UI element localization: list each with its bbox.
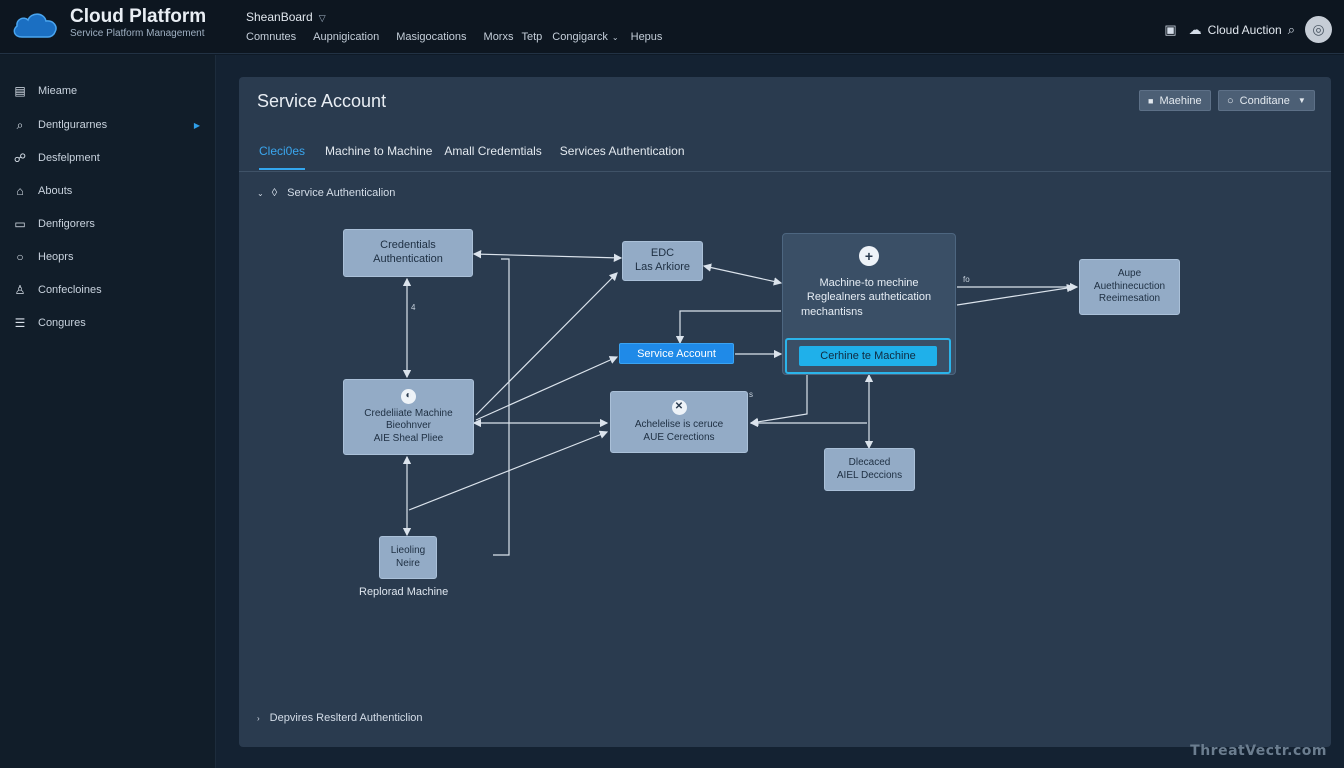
edge-label: s [749,390,753,399]
node-label: Reeimesation [1098,293,1161,305]
top-nav-item[interactable]: Masigocations [396,31,466,43]
top-nav-item[interactable]: Tetp [521,31,542,43]
node-label: EDC [650,247,675,260]
sidebar-item-label: Congures [38,317,86,329]
service-account-panel: Service Account ■ Maehine ○ Conditane ▼ … [239,77,1331,747]
info-icon: ◐ [401,388,416,404]
machine-to-machine-button[interactable]: Cerhine te Machine [799,346,937,366]
section-footer[interactable]: › Depvires Reslterd Authenticlion [257,712,423,724]
sidebar-item-congures[interactable]: ☰ Congures [0,308,216,338]
edc-node[interactable]: EDC Las Arkiore [622,241,703,281]
node-label: Las Arkiore [634,261,691,273]
node-caption: Replorad Machine [359,586,449,598]
cloud-logo-icon[interactable] [10,9,60,41]
top-nav-item[interactable]: Hepus [631,31,663,43]
credentials-authentication-node[interactable]: Credentials Authentication [343,229,473,277]
plus-icon[interactable]: + [859,246,879,266]
top-bar: Cloud Platform Service Platform Manageme… [0,0,1344,54]
top-nav-item[interactable]: Congigarck [552,31,608,43]
sidebar-item-label: Abouts [38,185,73,197]
node-label: mechantisns [801,305,863,318]
circle-icon: ○ [16,250,24,264]
node-label: AIE Sheal Pliee [373,432,444,444]
edge-label: fo [963,275,970,284]
top-right-controls: ▣ ☁ Cloud Auction ⌕ ◎ [1154,16,1332,43]
sidebar-item-abouts[interactable]: ⌂ Abouts [0,176,216,206]
workspace-selector[interactable]: SheanBoard ▽ [246,10,326,24]
sidebar-item-label: Mieame [38,85,78,97]
thumbs-up-icon: ♙ [14,283,26,297]
sidebar-item-label: Confecloines [38,284,102,296]
sidebar-item-label: Denfigorers [38,218,95,230]
list-icon: ☰ [14,316,26,330]
sidebar-item-label: Desfelpment [38,152,100,164]
node-label: Aupe [1117,268,1142,280]
machine-to-machine-panel: + Machine-to mechine Reglealners autheti… [782,233,956,375]
top-nav-item[interactable]: Aupnigication [313,31,379,43]
sidebar-item-mieame[interactable]: ▤ Mieame [0,76,216,106]
search-icon: ⌕ [16,117,24,132]
sidebar-item-denfigorers[interactable]: ▭ Denfigorers [0,209,216,239]
sidebar: ▤ Mieame ⌕ Dentlgurarnes ▶ ☍ Desfelpment… [0,55,216,768]
sidebar-item-heoprs[interactable]: ○ Heoprs [0,242,216,272]
node-label: Neire [396,557,420,569]
node-label: Credentials [380,239,436,252]
sidebar-item-label: Dentlgurarnes [38,119,108,131]
top-nav-item[interactable]: Comnutes [246,31,296,43]
cta-frame: Cerhine te Machine [785,338,951,374]
main-content: Service Account ■ Maehine ○ Conditane ▼ … [216,55,1344,768]
home-icon: ⌂ [16,184,24,198]
workspace-name: SheanBoard [246,10,313,24]
credential-machine-node[interactable]: ◐ Credeliiate Machine Bieohnver AIE Shea… [343,379,474,455]
sidebar-item-confecloines[interactable]: ♙ Confecloines [0,275,216,305]
cloud-icon: ☁ [1188,21,1202,37]
edge-label: 4 [411,303,416,312]
message-icon: ▭ [14,217,26,231]
node-label: Achelelise is ceruce [634,419,724,430]
watermark: ThreatVectr.com [1190,743,1327,759]
auth-service-node[interactable]: ✕ Achelelise is ceruce AUE Cerections [610,391,748,453]
discated-node[interactable]: Dlecaced AIEL Deccions [824,448,915,491]
node-label: Machine-to mechine [819,277,919,289]
brand-subtitle: Service Platform Management [70,28,205,39]
chevron-down-icon: ⌄ [611,33,619,42]
node-label: Authentication [373,253,443,265]
node-label: Auethinecuction [1093,280,1166,292]
search-icon[interactable]: ⌕ [1288,22,1295,38]
link-icon: ☍ [13,151,27,165]
node-label: Bieohnver [385,420,432,432]
aupe-node[interactable]: Aupe Auethinecuction Reeimesation [1079,259,1180,315]
node-label: Reglealners authetication [806,291,932,304]
machine-panel-text: Machine-to mechine Reglealners authetica… [793,276,945,319]
chevron-down-icon: ▽ [318,13,326,23]
top-nav-item[interactable]: Morxs [484,31,514,43]
close-icon: ✕ [671,400,687,415]
sidebar-item-label: Heoprs [38,251,74,263]
document-icon: ▤ [14,84,26,98]
lieoling-node[interactable]: Lieoling Neire [379,536,437,579]
inbox-icon[interactable]: ▣ [1164,22,1176,38]
sidebar-item-dentlgurarnes[interactable]: ⌕ Dentlgurarnes ▶ [0,110,216,140]
node-label: AUE Cerections [643,431,715,443]
expand-arrow-icon[interactable]: ▶ [194,121,200,130]
section-footer-label: Depvires Reslterd Authenticlion [269,712,423,724]
avatar[interactable]: ◎ [1305,16,1332,43]
node-label: Dlecaced [848,457,891,468]
service-account-button[interactable]: Service Account [619,343,734,364]
top-nav: Comnutes Aupnigication Masigocations Mor… [246,31,679,43]
node-label: Credeliiate Machine [364,407,453,419]
chevron-right-icon: › [257,713,260,723]
account-name[interactable]: Cloud Auction [1208,23,1282,37]
brand-title: Cloud Platform [70,6,207,27]
sidebar-item-desfelpment[interactable]: ☍ Desfelpment [0,143,216,173]
node-label: Lieoling [390,545,426,556]
node-label: AIEL Deccions [836,469,903,481]
